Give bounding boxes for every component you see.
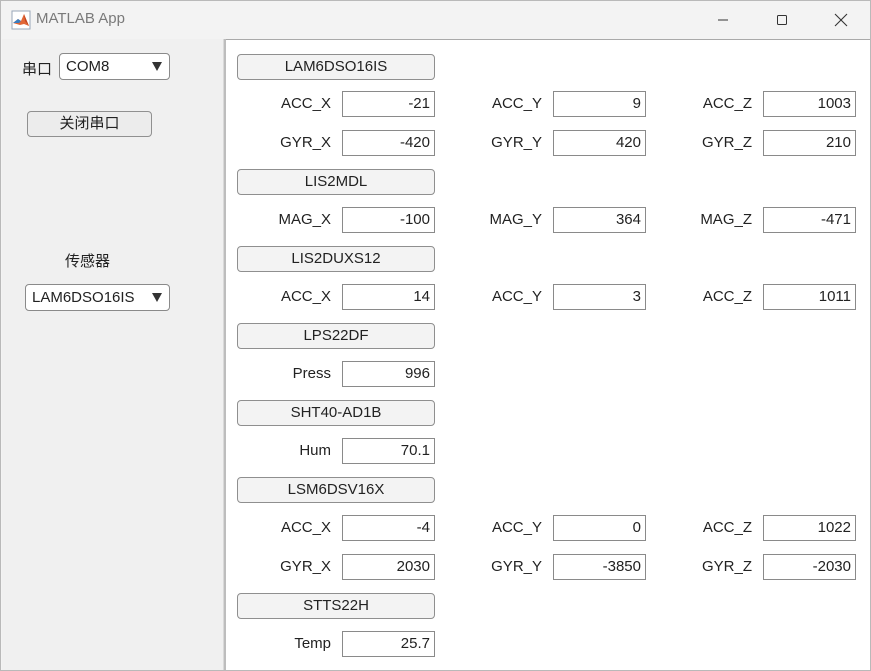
acc-y-label: ACC_Y xyxy=(491,288,542,305)
gyr-y-label: GYR_Y xyxy=(491,134,542,151)
control-panel: 串口 COM8 关闭串口 传感器 LAM6DSO16IS xyxy=(2,39,224,670)
lsm6dsv16x-button[interactable]: LSM6DSV16X xyxy=(237,477,435,503)
sht40-button[interactable]: SHT40-AD1B xyxy=(237,400,435,426)
lsm6dsv16x-acc-x-field[interactable]: -4 xyxy=(342,515,435,541)
lam6dso16is-acc-y-field[interactable]: 9 xyxy=(553,91,646,117)
acc-x-label: ACC_X xyxy=(280,519,331,536)
acc-z-label: ACC_Z xyxy=(702,519,752,536)
acc-x-label: ACC_X xyxy=(280,288,331,305)
lis2duxs12-acc-x-field[interactable]: 14 xyxy=(342,284,435,310)
press-label: Press xyxy=(292,365,331,382)
port-dropdown[interactable]: COM8 xyxy=(59,53,170,80)
lsm6dsv16x-gyr-z-field[interactable]: -2030 xyxy=(763,554,856,580)
mag-z-label: MAG_Z xyxy=(700,211,752,228)
lis2mdl-mag-y-field[interactable]: 364 xyxy=(553,207,646,233)
app-window: MATLAB App 串口 COM8 关闭串口 传感器 LAM6DSO16IS … xyxy=(0,0,871,671)
acc-x-label: ACC_X xyxy=(280,95,331,112)
gyr-x-label: GYR_X xyxy=(280,558,331,575)
lam6dso16is-gyr-x-field[interactable]: -420 xyxy=(342,130,435,156)
lsm6dsv16x-gyr-x-field[interactable]: 2030 xyxy=(342,554,435,580)
lps22df-button[interactable]: LPS22DF xyxy=(237,323,435,349)
lis2duxs12-button[interactable]: LIS2DUXS12 xyxy=(237,246,435,272)
sht40-hum-field[interactable]: 70.1 xyxy=(342,438,435,464)
close-window-button[interactable] xyxy=(812,1,870,39)
gyr-y-label: GYR_Y xyxy=(491,558,542,575)
maximize-button[interactable] xyxy=(753,1,811,39)
sensor-dropdown-value: LAM6DSO16IS xyxy=(32,289,135,306)
caret-down-icon xyxy=(152,62,162,71)
gyr-z-label: GYR_Z xyxy=(701,134,752,151)
close-icon xyxy=(834,13,848,27)
title-bar: MATLAB App xyxy=(1,1,870,39)
lam6dso16is-gyr-z-field[interactable]: 210 xyxy=(763,130,856,156)
minimize-button[interactable] xyxy=(694,1,752,39)
sensor-dropdown[interactable]: LAM6DSO16IS xyxy=(25,284,170,311)
port-dropdown-value: COM8 xyxy=(66,58,110,75)
acc-z-label: ACC_Z xyxy=(702,95,752,112)
lis2mdl-mag-x-field[interactable]: -100 xyxy=(342,207,435,233)
acc-y-label: ACC_Y xyxy=(491,95,542,112)
sensor-label: 传感器 xyxy=(65,253,111,270)
matlab-logo-icon xyxy=(11,10,31,30)
gyr-x-label: GYR_X xyxy=(280,134,331,151)
window-title: MATLAB App xyxy=(36,10,125,27)
stts22h-button[interactable]: STTS22H xyxy=(237,593,435,619)
lsm6dsv16x-acc-z-field[interactable]: 1022 xyxy=(763,515,856,541)
mag-x-label: MAG_X xyxy=(278,211,331,228)
lam6dso16is-gyr-y-field[interactable]: 420 xyxy=(553,130,646,156)
port-label: 串口 xyxy=(22,61,53,78)
gyr-z-label: GYR_Z xyxy=(701,558,752,575)
caret-down-icon xyxy=(152,293,162,302)
lis2duxs12-acc-z-field[interactable]: 1011 xyxy=(763,284,856,310)
lis2mdl-mag-z-field[interactable]: -471 xyxy=(763,207,856,233)
maximize-icon xyxy=(777,15,787,25)
lam6dso16is-button[interactable]: LAM6DSO16IS xyxy=(237,54,435,80)
stts22h-temp-field[interactable]: 25.7 xyxy=(342,631,435,657)
lam6dso16is-acc-z-field[interactable]: 1003 xyxy=(763,91,856,117)
lps22df-press-field[interactable]: 996 xyxy=(342,361,435,387)
lis2mdl-button[interactable]: LIS2MDL xyxy=(237,169,435,195)
lam6dso16is-acc-x-field[interactable]: -21 xyxy=(342,91,435,117)
acc-z-label: ACC_Z xyxy=(702,288,752,305)
lsm6dsv16x-gyr-y-field[interactable]: -3850 xyxy=(553,554,646,580)
hum-label: Hum xyxy=(299,442,331,459)
mag-y-label: MAG_Y xyxy=(489,211,542,228)
minimize-icon xyxy=(718,19,728,21)
close-port-button[interactable]: 关闭串口 xyxy=(27,111,152,137)
sensor-readings-panel: LAM6DSO16IS ACC_X -21 ACC_Y 9 ACC_Z 1003… xyxy=(226,39,870,670)
acc-y-label: ACC_Y xyxy=(491,519,542,536)
temp-label: Temp xyxy=(294,635,331,652)
lis2duxs12-acc-y-field[interactable]: 3 xyxy=(553,284,646,310)
lsm6dsv16x-acc-y-field[interactable]: 0 xyxy=(553,515,646,541)
